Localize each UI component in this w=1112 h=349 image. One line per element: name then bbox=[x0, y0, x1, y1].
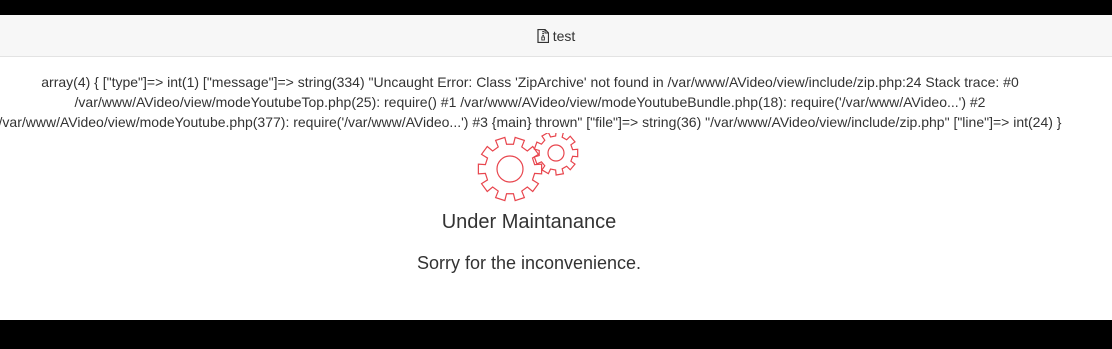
bottom-black-bar bbox=[0, 320, 1112, 349]
error-line: /var/www/AVideo/view/modeYoutubeTop.php(… bbox=[74, 94, 986, 110]
maintenance-title: Under Maintanance bbox=[441, 211, 617, 233]
error-line: array(4) { ["type"]=> int(1) ["message"]… bbox=[41, 74, 1019, 90]
php-error-dump: array(4) { ["type"]=> int(1) ["message"]… bbox=[0, 72, 1080, 132]
page: test array(4) { ["type"]=> int(1) ["mess… bbox=[0, 15, 1112, 320]
maintenance-message: Sorry for the inconvenience. bbox=[416, 253, 642, 273]
top-black-bar bbox=[0, 0, 1112, 15]
page-title: test bbox=[552, 27, 576, 44]
error-line: /var/www/AVideo/view/modeYoutube.php(377… bbox=[0, 114, 1062, 130]
file-zip-icon bbox=[537, 28, 549, 43]
page-header: test bbox=[0, 15, 1112, 57]
gears-icon bbox=[477, 133, 579, 202]
